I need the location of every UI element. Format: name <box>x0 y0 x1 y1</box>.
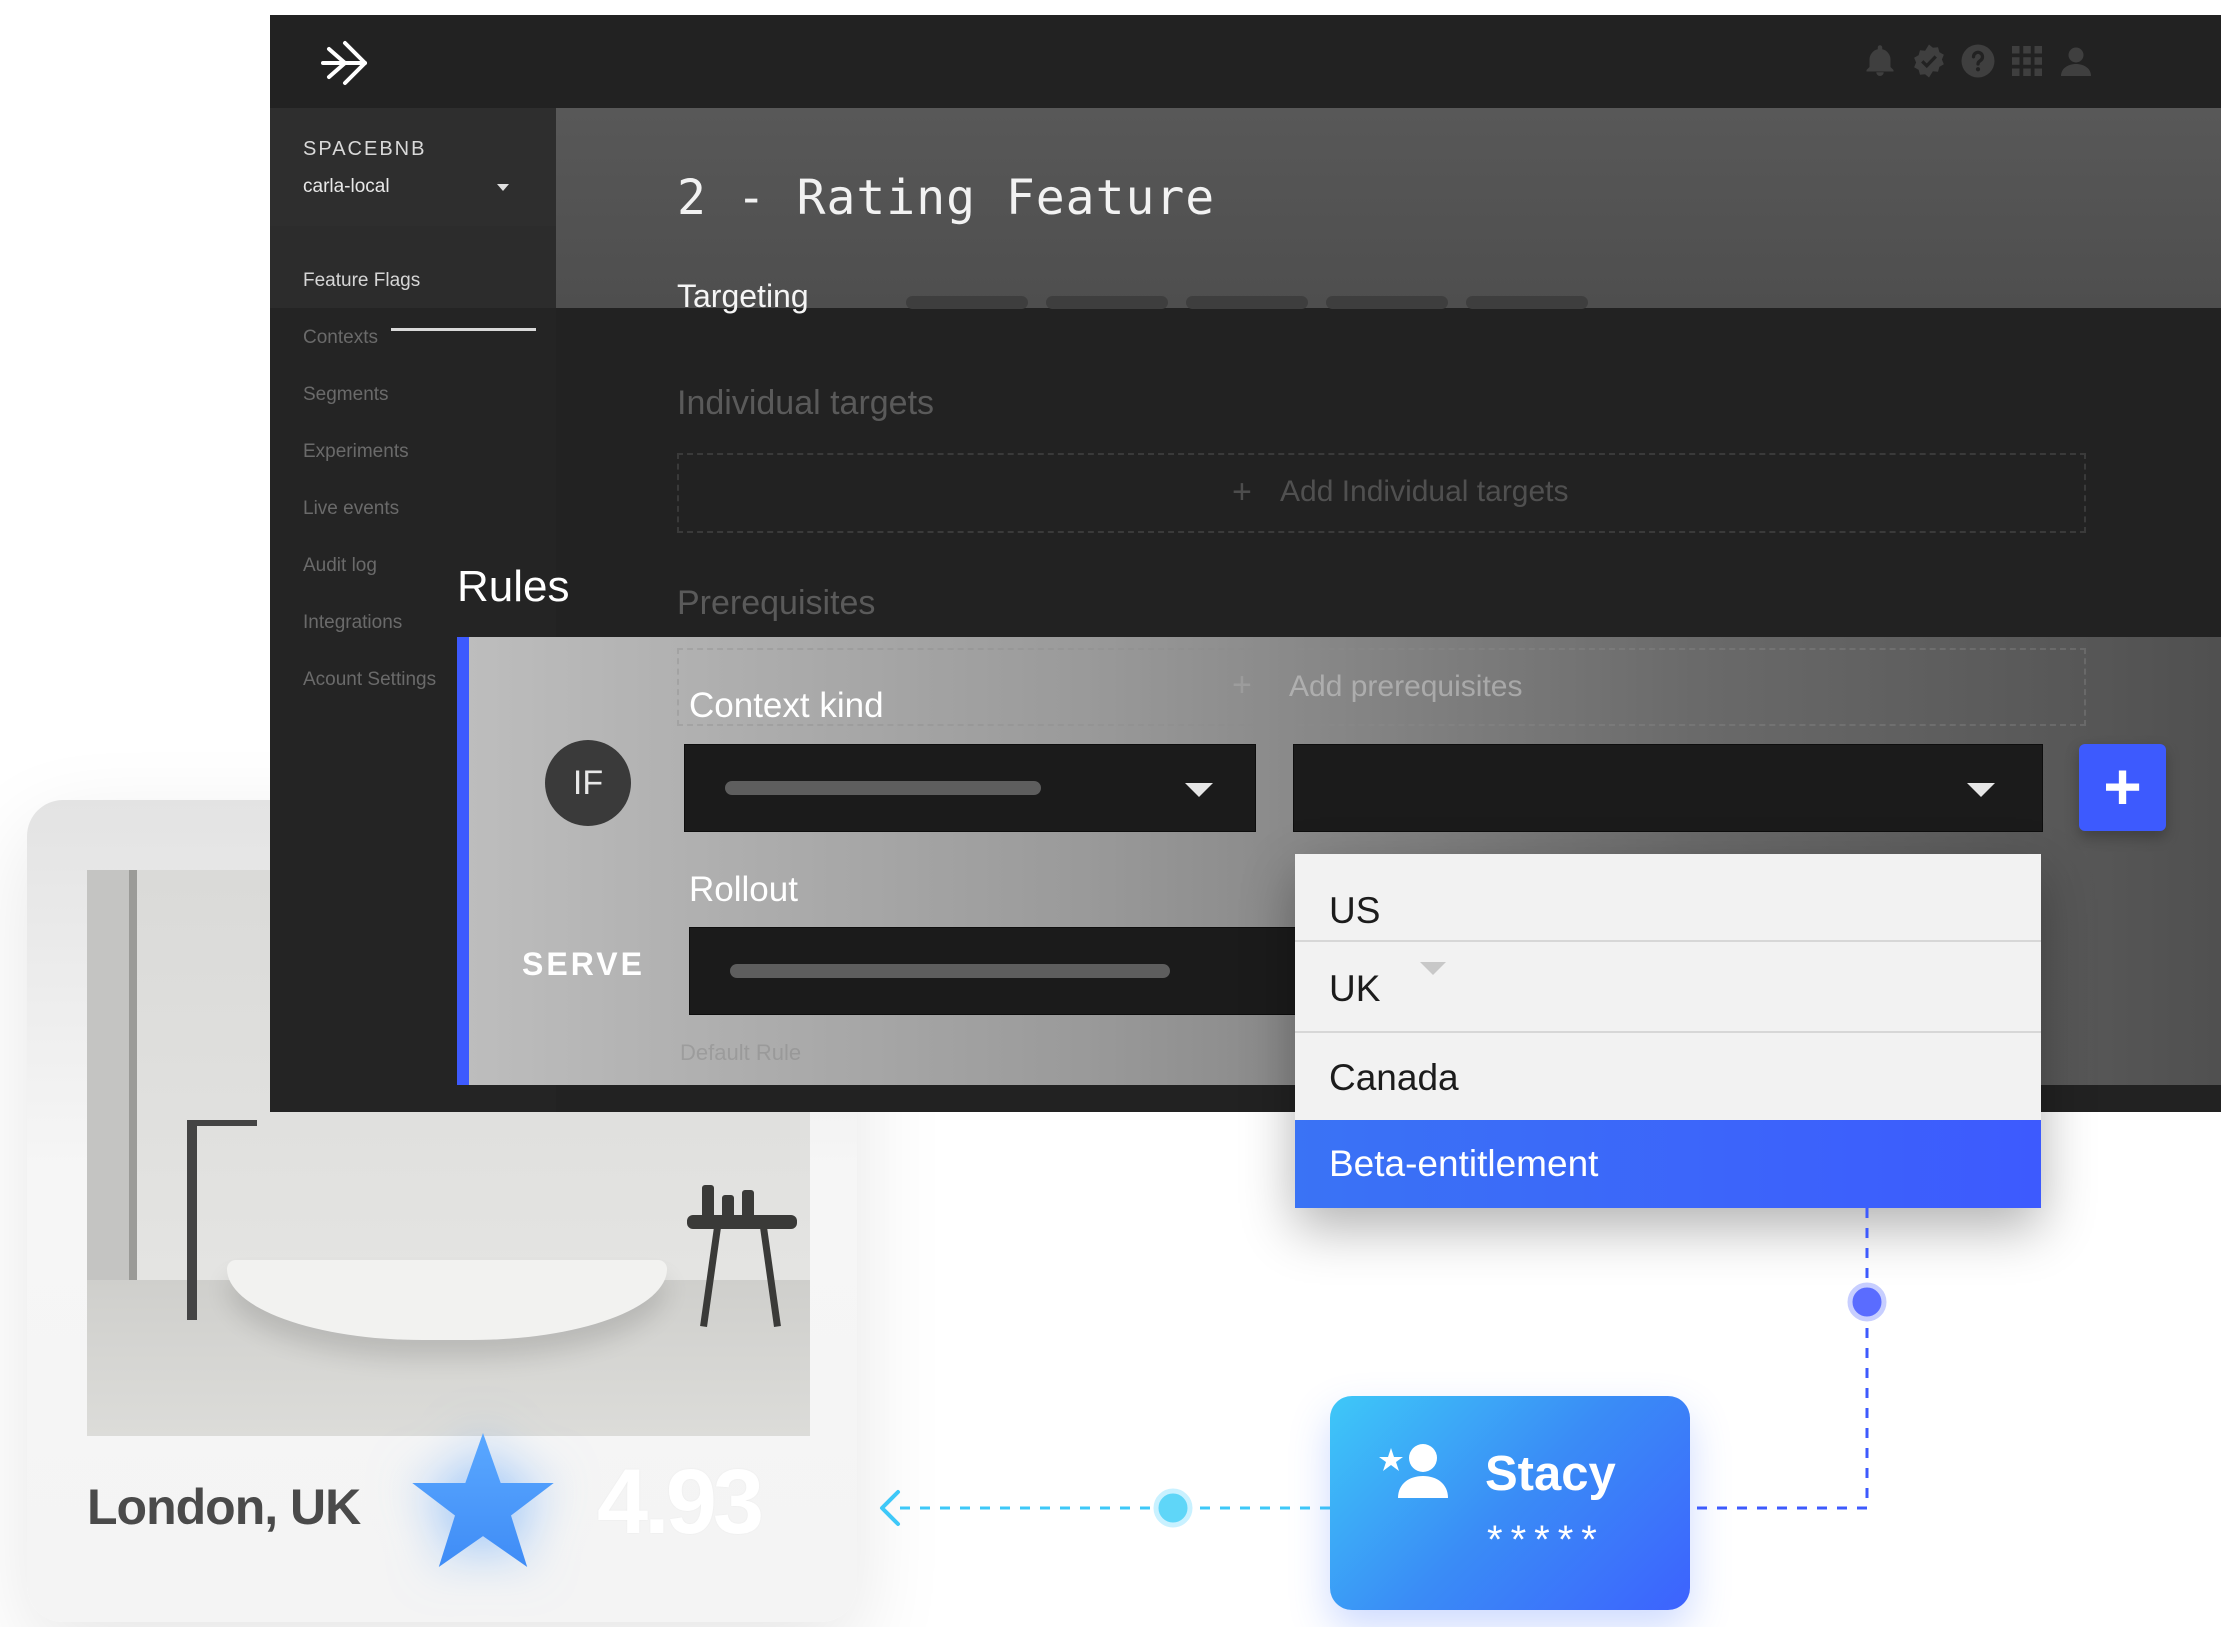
rollout-label: Rollout <box>689 870 798 909</box>
photo-faucet <box>187 1120 197 1320</box>
user-masked-rating: ***** <box>1487 1518 1605 1562</box>
tab-placeholder[interactable] <box>1186 296 1308 309</box>
add-prerequisites-area[interactable]: + Add prerequisites <box>677 648 2086 726</box>
context-value-select[interactable] <box>1293 744 2043 832</box>
plus-icon: + <box>1232 666 1252 704</box>
select-value-placeholder <box>730 964 1170 978</box>
add-rule-button[interactable]: + <box>2079 744 2166 831</box>
divider <box>1295 1031 2041 1033</box>
user-card: Stacy ***** <box>1330 1396 1690 1610</box>
apps-grid-icon[interactable] <box>2009 43 2045 79</box>
chevron-down-icon <box>1967 783 1995 797</box>
star-icon <box>412 1432 554 1568</box>
user-name: Stacy <box>1485 1447 1616 1501</box>
select-value-placeholder <box>725 781 1041 795</box>
sidebar-item-live-events[interactable]: Live events <box>303 498 399 520</box>
top-bar <box>270 15 2221 108</box>
project-name: SPACEBNB <box>303 138 427 160</box>
tab-placeholder[interactable] <box>1326 296 1448 309</box>
flag-header: 2 - Rating Feature Targeting <box>556 108 2221 314</box>
add-prerequisites-label: Add prerequisites <box>1289 670 1523 703</box>
individual-targets-heading: Individual targets <box>677 384 935 422</box>
rating-value: 4.93 <box>597 1451 764 1553</box>
chevron-down-icon <box>1185 783 1213 797</box>
context-kind-select[interactable] <box>684 744 1256 832</box>
rules-heading: Rules <box>457 562 570 611</box>
serve-label: SERVE <box>522 946 645 982</box>
chevron-down-icon[interactable] <box>497 184 509 191</box>
add-individual-targets-label: Add Individual targets <box>1280 475 1569 508</box>
if-badge: IF <box>545 740 631 826</box>
plus-icon: + <box>1232 473 1252 511</box>
photo-faucet-arm <box>187 1120 257 1126</box>
chevron-down-icon <box>1420 962 1446 975</box>
tab-targeting[interactable]: Targeting <box>677 278 809 315</box>
verified-badge-icon[interactable] <box>1911 43 1947 79</box>
tab-active-underline <box>391 328 536 331</box>
photo-stool <box>687 1215 807 1328</box>
sidebar-active-highlight <box>270 226 556 308</box>
context-dropdown-menu: US UK Canada Beta-entitlement <box>1295 854 2041 1208</box>
user-icon[interactable] <box>2058 43 2094 79</box>
default-rule-label: Default Rule <box>680 1040 802 1065</box>
sidebar-item-experiments[interactable]: Experiments <box>303 441 409 463</box>
sidebar-item-contexts[interactable]: Contexts <box>303 327 378 349</box>
bell-icon[interactable] <box>1862 43 1898 79</box>
photo-bottle <box>702 1185 714 1217</box>
tab-placeholder[interactable] <box>1046 296 1168 309</box>
tab-placeholder[interactable] <box>906 296 1028 309</box>
environment-name: carla-local <box>303 176 390 197</box>
photo-window-frame <box>129 870 137 1280</box>
sidebar-item-feature-flags[interactable]: Feature Flags <box>303 270 420 292</box>
tab-placeholder[interactable] <box>1466 296 1588 309</box>
project-switcher[interactable]: SPACEBNB carla-local <box>270 108 556 226</box>
sidebar-item-segments[interactable]: Segments <box>303 384 389 406</box>
listing-location: London, UK <box>87 1479 361 1535</box>
logo-arrow-icon[interactable] <box>315 37 373 89</box>
help-icon[interactable] <box>1960 43 1996 79</box>
prerequisites-heading: Prerequisites <box>677 584 876 622</box>
sidebar-item-integrations[interactable]: Integrations <box>303 612 402 634</box>
dropdown-option-canada[interactable]: Canada <box>1295 1051 2041 1105</box>
context-kind-label: Context kind <box>689 686 884 725</box>
divider <box>1295 940 2041 942</box>
sidebar-item-audit-log[interactable]: Audit log <box>303 555 377 577</box>
page-title: 2 - Rating Feature <box>677 170 1216 226</box>
sidebar-item-account-settings[interactable]: Acount Settings <box>303 669 436 691</box>
photo-bottle <box>722 1195 734 1217</box>
dropdown-option-us[interactable]: US <box>1295 884 2041 938</box>
add-individual-targets-area[interactable]: + Add Individual targets <box>677 453 2086 533</box>
dropdown-option-uk[interactable]: UK <box>1295 962 2041 1016</box>
starred-user-icon <box>1379 1444 1448 1498</box>
dropdown-option-beta-entitlement[interactable]: Beta-entitlement <box>1295 1120 2041 1208</box>
photo-bottle <box>742 1190 754 1217</box>
